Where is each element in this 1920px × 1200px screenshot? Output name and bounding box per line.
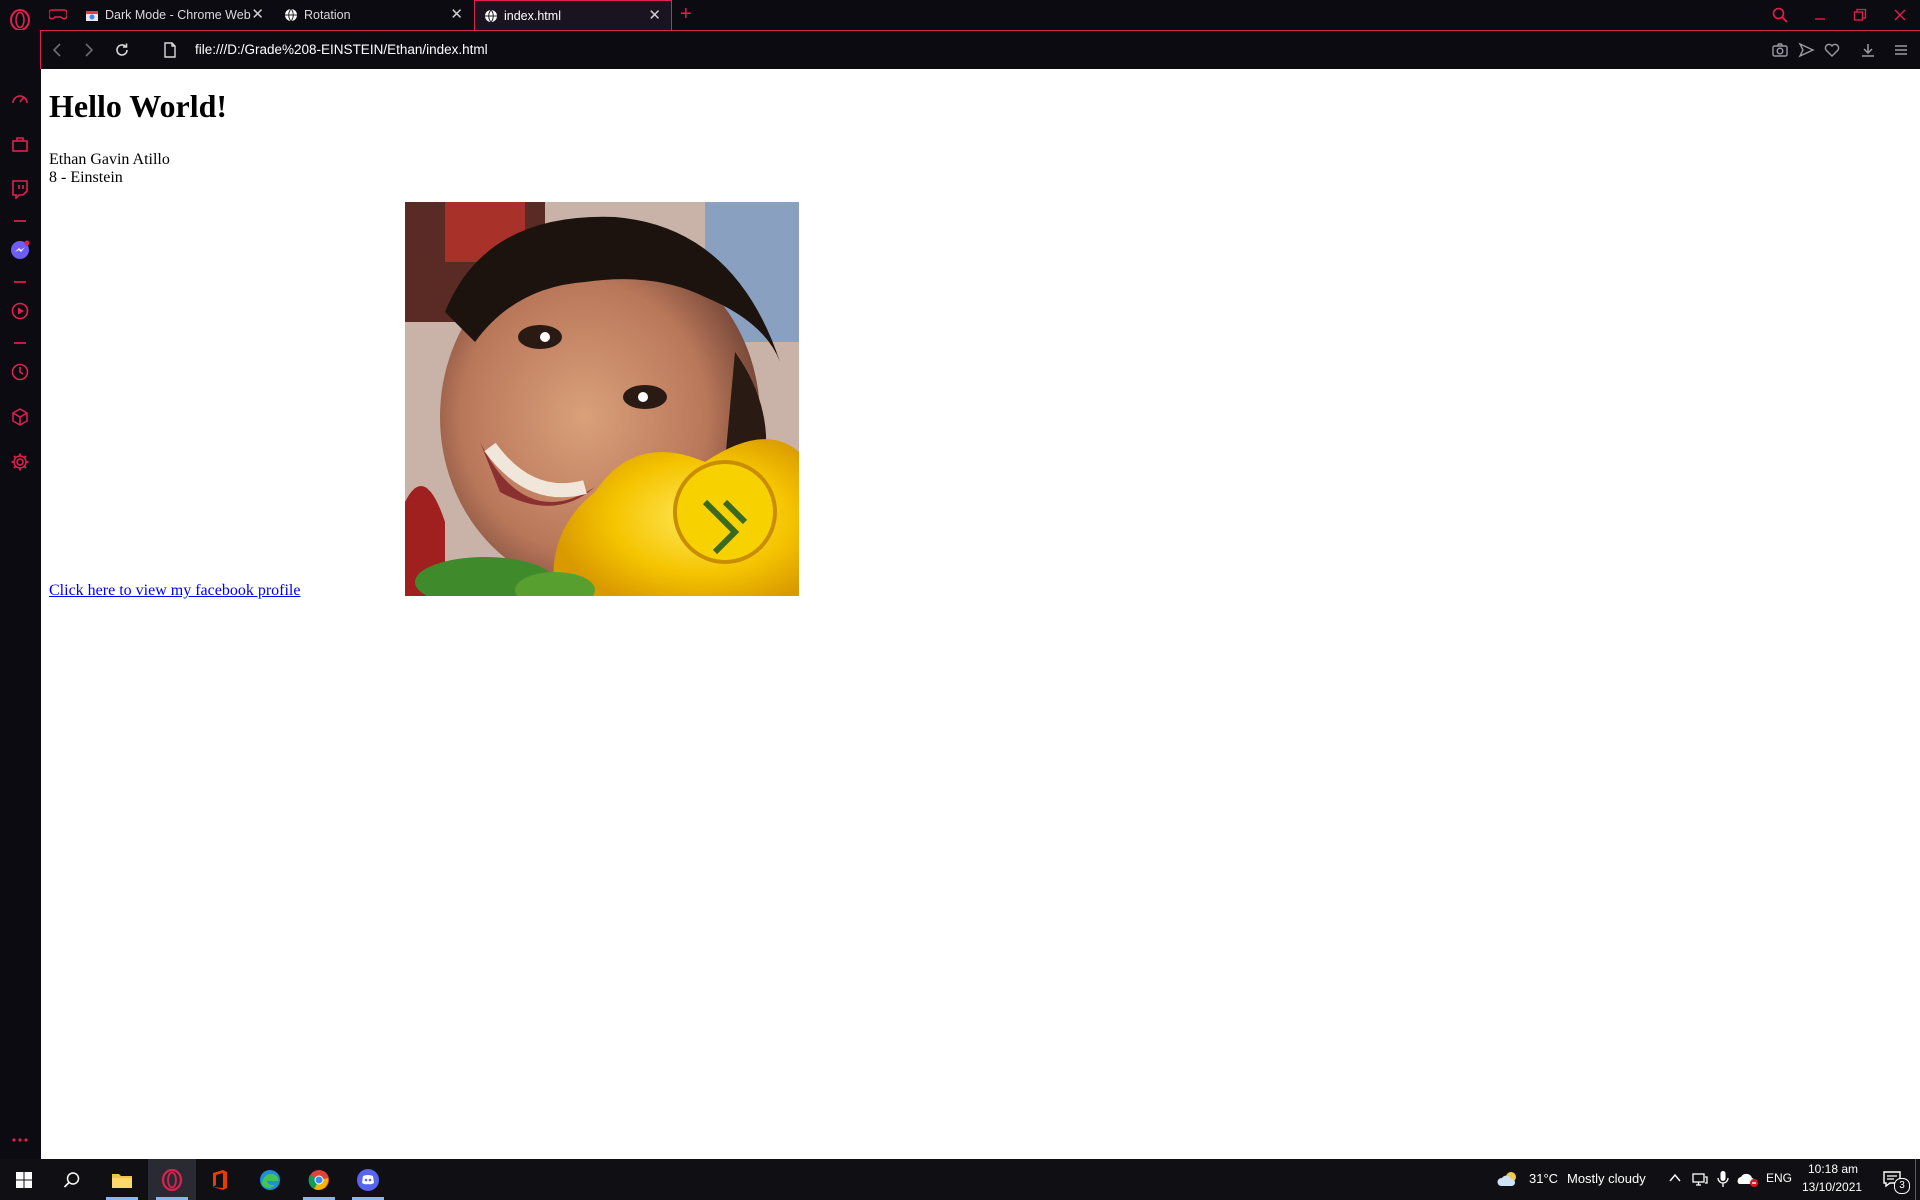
search-icon (1772, 7, 1788, 23)
show-desktop-button[interactable] (1915, 1159, 1916, 1200)
folder-icon (112, 1173, 132, 1188)
tab-title: Rotation (304, 8, 351, 22)
new-tab-button[interactable]: + (680, 3, 692, 25)
page-viewport: Hello World! Ethan Gavin Atillo 8 - Eins… (41, 69, 1920, 1159)
globe-icon (285, 8, 297, 22)
extensions-cube-icon[interactable] (10, 407, 30, 427)
minimize-icon (1815, 18, 1825, 20)
weather-description[interactable]: Mostly cloudy (1567, 1171, 1646, 1186)
language-indicator[interactable]: ENG (1766, 1171, 1792, 1185)
more-options-icon[interactable] (10, 1130, 30, 1150)
profile-photo (405, 202, 799, 596)
send-flow-icon[interactable] (1797, 41, 1815, 59)
opera-gx-logo-icon[interactable] (8, 8, 32, 32)
tab-rotation[interactable]: Rotation ✕ (275, 0, 473, 30)
sidebar-separator (14, 342, 26, 344)
tab-title: Dark Mode - Chrome Web Store (105, 8, 255, 22)
heart-bookmark-icon[interactable] (1823, 41, 1841, 59)
twitch-icon[interactable] (10, 179, 30, 199)
easy-setup-menu-icon[interactable] (1892, 41, 1910, 59)
tab-strip: Dark Mode - Chrome Web Store ✕ Rotation … (0, 0, 1920, 32)
office-icon (213, 1169, 227, 1190)
taskbar-search-button[interactable] (48, 1159, 96, 1200)
messenger-icon[interactable] (10, 240, 30, 260)
opera-gx-icon (161, 1168, 183, 1191)
minimize-button[interactable] (1800, 0, 1840, 30)
close-icon (1894, 9, 1906, 21)
weather-temperature[interactable]: 31°C (1529, 1171, 1558, 1186)
url-field[interactable]: file:///D:/Grade%208-EINSTEIN/Ethan/inde… (195, 31, 488, 69)
opera-gx-taskbar-button[interactable] (148, 1159, 196, 1200)
file-explorer-button[interactable] (98, 1159, 146, 1200)
tab-index-html[interactable]: index.html ✕ (474, 0, 672, 30)
chrome-icon (308, 1169, 329, 1190)
restore-button[interactable] (1840, 0, 1880, 30)
close-tab-icon[interactable]: ✕ (251, 0, 264, 30)
close-tab-icon[interactable]: ✕ (648, 1, 661, 30)
gx-control-icon[interactable] (10, 134, 30, 154)
close-window-button[interactable] (1880, 0, 1920, 30)
student-section: 8 - Einstein (49, 169, 123, 186)
search-tabs-button[interactable] (1760, 0, 1800, 30)
settings-gear-icon[interactable] (10, 452, 30, 472)
chevron-up-icon[interactable] (1669, 1173, 1681, 1183)
gamepad-icon[interactable] (49, 7, 67, 21)
restore-icon (1853, 8, 1867, 21)
sidebar (0, 30, 40, 1158)
student-name: Ethan Gavin Atillo (49, 151, 170, 168)
file-page-icon[interactable] (161, 41, 179, 59)
player-icon[interactable] (10, 301, 30, 321)
chrome-button[interactable] (295, 1159, 343, 1200)
clock-time[interactable]: 10:18 am (1808, 1162, 1858, 1176)
microphone-icon[interactable] (1717, 1170, 1729, 1188)
sidebar-separator (14, 220, 26, 222)
snapshot-camera-icon[interactable] (1771, 41, 1789, 59)
sidebar-separator (14, 281, 26, 283)
back-arrow-icon[interactable] (49, 41, 67, 59)
start-button[interactable] (0, 1159, 48, 1200)
edge-icon (260, 1169, 280, 1190)
close-tab-icon[interactable]: ✕ (450, 0, 463, 30)
facebook-profile-link[interactable]: Click here to view my facebook profile (49, 582, 300, 600)
reload-icon[interactable] (113, 41, 131, 59)
web-store-icon (86, 11, 98, 21)
history-icon[interactable] (10, 362, 30, 382)
onedrive-sync-icon[interactable] (1737, 1171, 1759, 1187)
globe-icon (485, 9, 497, 23)
page-heading: Hello World! (49, 88, 228, 124)
speedometer-icon[interactable] (10, 89, 30, 109)
tab-dark-mode[interactable]: Dark Mode - Chrome Web Store ✕ (76, 0, 274, 30)
forward-arrow-icon[interactable] (79, 41, 97, 59)
discord-button[interactable] (344, 1159, 392, 1200)
notification-count-badge: 3 (1894, 1178, 1910, 1194)
taskbar: 31°C Mostly cloudy ENG 10:18 am 13/10/20… (0, 1159, 1920, 1200)
notification-center-button[interactable]: 3 (1872, 1159, 1912, 1200)
address-bar: file:///D:/Grade%208-EINSTEIN/Ethan/inde… (40, 30, 1920, 69)
office-button[interactable] (196, 1159, 244, 1200)
windows-logo-icon (16, 1171, 32, 1188)
network-icon[interactable] (1692, 1171, 1708, 1187)
tab-title: index.html (504, 9, 561, 23)
cloud-weather-icon[interactable] (1497, 1170, 1521, 1188)
discord-icon (357, 1168, 379, 1191)
search-icon (63, 1171, 80, 1188)
edge-button[interactable] (246, 1159, 294, 1200)
clock-date[interactable]: 13/10/2021 (1802, 1180, 1862, 1194)
download-icon[interactable] (1859, 41, 1877, 59)
